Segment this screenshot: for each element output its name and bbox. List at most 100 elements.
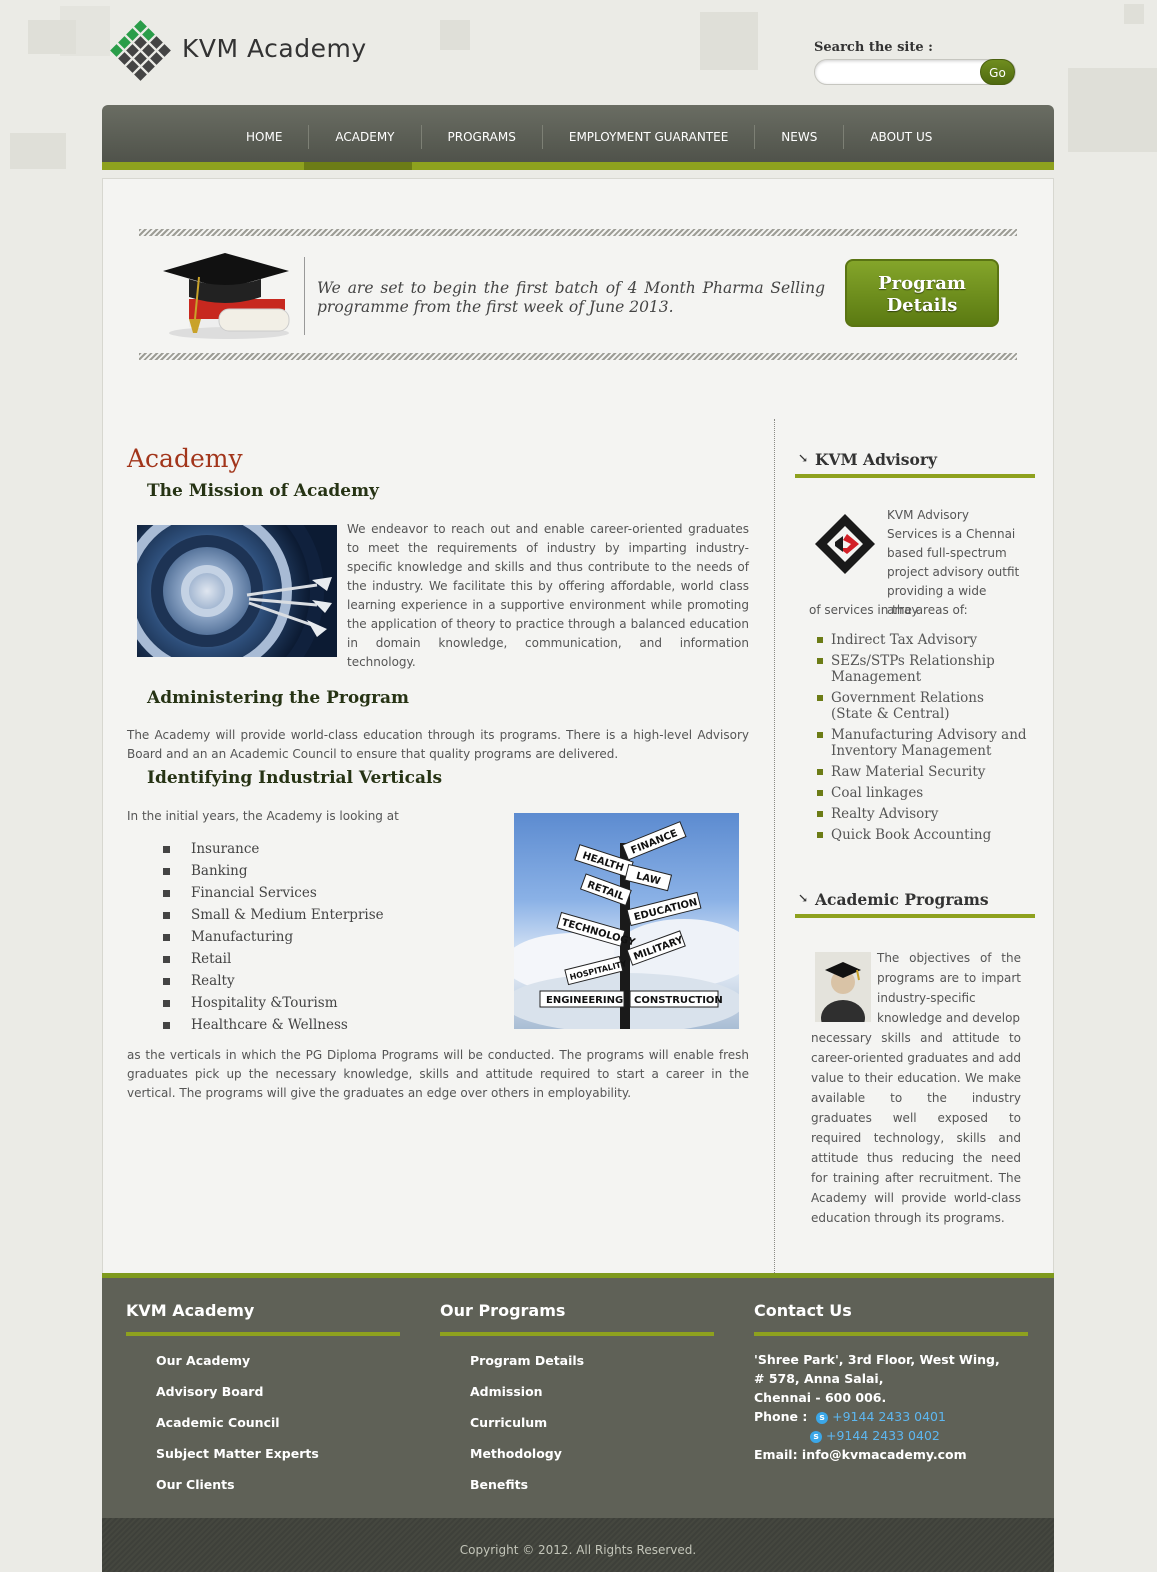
address-line: # 578, Anna Salai, bbox=[754, 1371, 884, 1386]
banner-divider-bottom bbox=[139, 353, 1017, 360]
footer-heading-rule bbox=[126, 1332, 400, 1336]
signpost-image: FINANCE HEALTH LAW RETAIL EDUCATION TECH… bbox=[514, 813, 739, 1029]
phone-number[interactable]: +9144 2433 0401 bbox=[832, 1409, 946, 1424]
academic-programs-heading: ↘ Academic Programs bbox=[795, 890, 1035, 914]
nav-active-indicator bbox=[304, 162, 412, 170]
dartboard-image bbox=[137, 525, 337, 657]
service-item[interactable]: Realty Advisory bbox=[809, 806, 1029, 822]
footer-col-contact: Contact Us 'Shree Park', 3rd Floor, West… bbox=[754, 1301, 1028, 1464]
academic-programs-text-cont: necessary skills and attitude to career-… bbox=[811, 1031, 1021, 1225]
search-go-button[interactable]: Go bbox=[980, 59, 1015, 85]
program-details-label-1: Program bbox=[878, 273, 966, 294]
program-details-label-2: Details bbox=[886, 295, 958, 316]
nav-underline bbox=[102, 162, 1054, 170]
advisory-heading: ↘ KVM Advisory bbox=[795, 450, 1035, 474]
advisory-text-cont: of services in the areas of: bbox=[809, 603, 968, 617]
footer-link[interactable]: Program Details bbox=[440, 1350, 714, 1381]
nav-item-home[interactable]: HOME bbox=[220, 125, 310, 149]
footer-link[interactable]: Advisory Board bbox=[126, 1381, 400, 1412]
site-footer: KVM Academy Our Academy Advisory Board A… bbox=[102, 1273, 1054, 1518]
nav-item-programs[interactable]: PROGRAMS bbox=[422, 125, 543, 149]
verticals-intro: In the initial years, the Academy is loo… bbox=[127, 809, 399, 823]
academic-programs-heading-label: Academic Programs bbox=[815, 890, 989, 909]
nav-item-news[interactable]: NEWS bbox=[755, 125, 845, 149]
academic-programs-text: The objectives of the programs are to im… bbox=[877, 951, 1021, 1025]
list-item: Retail bbox=[151, 948, 451, 970]
footer-link[interactable]: Our Clients bbox=[126, 1474, 400, 1505]
administering-heading: Administering the Program bbox=[147, 688, 410, 708]
list-item: Manufacturing bbox=[151, 926, 451, 948]
mission-text: We endeavor to reach out and enable care… bbox=[347, 522, 749, 669]
footer-link[interactable]: Our Academy bbox=[126, 1350, 400, 1381]
service-item[interactable]: Indirect Tax Advisory bbox=[809, 632, 1029, 648]
service-item[interactable]: Government Relations (State & Central) bbox=[809, 690, 1029, 722]
footer-top-rule bbox=[102, 1273, 1054, 1278]
address-line: 'Shree Park', 3rd Floor, West Wing, bbox=[754, 1352, 1000, 1367]
bg-square bbox=[10, 133, 66, 169]
footer-heading: KVM Academy bbox=[126, 1301, 255, 1320]
graduation-cap-image bbox=[163, 253, 290, 339]
footer-link[interactable]: Curriculum bbox=[440, 1412, 714, 1443]
nav-item-academy[interactable]: ACADEMY bbox=[309, 125, 422, 149]
column-divider bbox=[774, 419, 775, 1275]
verticals-heading: Identifying Industrial Verticals bbox=[147, 768, 443, 788]
list-item: Insurance bbox=[151, 838, 451, 860]
footer-links: Our Academy Advisory Board Academic Coun… bbox=[126, 1350, 400, 1505]
footer-heading: Our Programs bbox=[440, 1301, 566, 1320]
service-item[interactable]: Quick Book Accounting bbox=[809, 827, 1029, 843]
footer-link[interactable]: Subject Matter Experts bbox=[126, 1443, 400, 1474]
list-item: Banking bbox=[151, 860, 451, 882]
service-item[interactable]: Manufacturing Advisory and Inventory Man… bbox=[809, 727, 1029, 759]
skype-icon: s bbox=[816, 1411, 829, 1424]
list-item: Healthcare & Wellness bbox=[151, 1014, 451, 1036]
signpost-label: ENGINEERING bbox=[546, 995, 623, 1006]
program-details-button[interactable]: Program Details bbox=[845, 259, 999, 327]
site-search: Search the site : Go bbox=[814, 40, 1016, 85]
footer-link[interactable]: Admission bbox=[440, 1381, 714, 1412]
footer-heading-rule bbox=[754, 1332, 1028, 1336]
list-item: Hospitality &Tourism bbox=[151, 992, 451, 1014]
signpost-label: CONSTRUCTION bbox=[634, 995, 723, 1006]
nav-item-about-us[interactable]: ABOUT US bbox=[844, 125, 958, 149]
search-box: Go bbox=[814, 59, 1016, 85]
mission-heading: The Mission of Academy bbox=[147, 481, 379, 501]
footer-link[interactable]: Methodology bbox=[440, 1443, 714, 1474]
site-header: KVM Academy Search the site : Go bbox=[0, 0, 1157, 105]
brand-name: KVM Academy bbox=[182, 33, 367, 63]
arrow-down-right-icon: ↘ bbox=[798, 451, 809, 465]
academic-programs-rule bbox=[795, 914, 1035, 918]
footer-col-programs: Our Programs Program Details Admission C… bbox=[440, 1301, 714, 1505]
phone-number[interactable]: +9144 2433 0402 bbox=[826, 1428, 940, 1443]
service-item[interactable]: Raw Material Security bbox=[809, 764, 1029, 780]
copyright-text: Copyright © 2012. All Rights Reserved. bbox=[459, 1543, 697, 1557]
graduate-avatar-icon bbox=[815, 952, 871, 1022]
announcement-text: We are set to begin the first batch of 4… bbox=[317, 279, 825, 316]
dartboard-svg bbox=[137, 525, 332, 657]
logo[interactable]: KVM Academy bbox=[110, 20, 367, 81]
administering-text: The Academy will provide world-class edu… bbox=[127, 728, 749, 761]
logo-diamond-icon bbox=[110, 20, 171, 81]
footer-link[interactable]: Benefits bbox=[440, 1474, 714, 1505]
main-nav: HOME ACADEMY PROGRAMS EMPLOYMENT GUARANT… bbox=[102, 105, 1054, 170]
list-item: Financial Services bbox=[151, 882, 451, 904]
contact-details: 'Shree Park', 3rd Floor, West Wing, # 57… bbox=[754, 1350, 1028, 1464]
email-line[interactable]: Email: info@kvmacademy.com bbox=[754, 1445, 1028, 1464]
phone-row: Phone : s +9144 2433 0401 bbox=[754, 1407, 1028, 1426]
search-input[interactable] bbox=[825, 60, 985, 84]
kvm-advisory-logo-icon bbox=[815, 514, 875, 574]
list-item: Realty bbox=[151, 970, 451, 992]
nav-item-employment-guarantee[interactable]: EMPLOYMENT GUARANTEE bbox=[543, 125, 756, 149]
footer-heading-rule bbox=[440, 1332, 714, 1336]
verticals-list: Insurance Banking Financial Services Sma… bbox=[151, 838, 451, 1036]
service-item[interactable]: Coal linkages bbox=[809, 785, 1029, 801]
footer-col-academy: KVM Academy Our Academy Advisory Board A… bbox=[126, 1301, 400, 1505]
copyright-bar: Copyright © 2012. All Rights Reserved. bbox=[102, 1518, 1054, 1572]
address-line: Chennai - 600 006. bbox=[754, 1390, 887, 1405]
footer-links: Program Details Admission Curriculum Met… bbox=[440, 1350, 714, 1505]
list-item: Small & Medium Enterprise bbox=[151, 904, 451, 926]
page-title: Academy bbox=[127, 444, 243, 473]
service-item[interactable]: SEZs/STPs Relationship Management bbox=[809, 653, 1029, 685]
footer-link[interactable]: Academic Council bbox=[126, 1412, 400, 1443]
advisory-services-list: Indirect Tax Advisory SEZs/STPs Relation… bbox=[809, 632, 1029, 848]
phone-label: Phone : bbox=[754, 1409, 808, 1424]
